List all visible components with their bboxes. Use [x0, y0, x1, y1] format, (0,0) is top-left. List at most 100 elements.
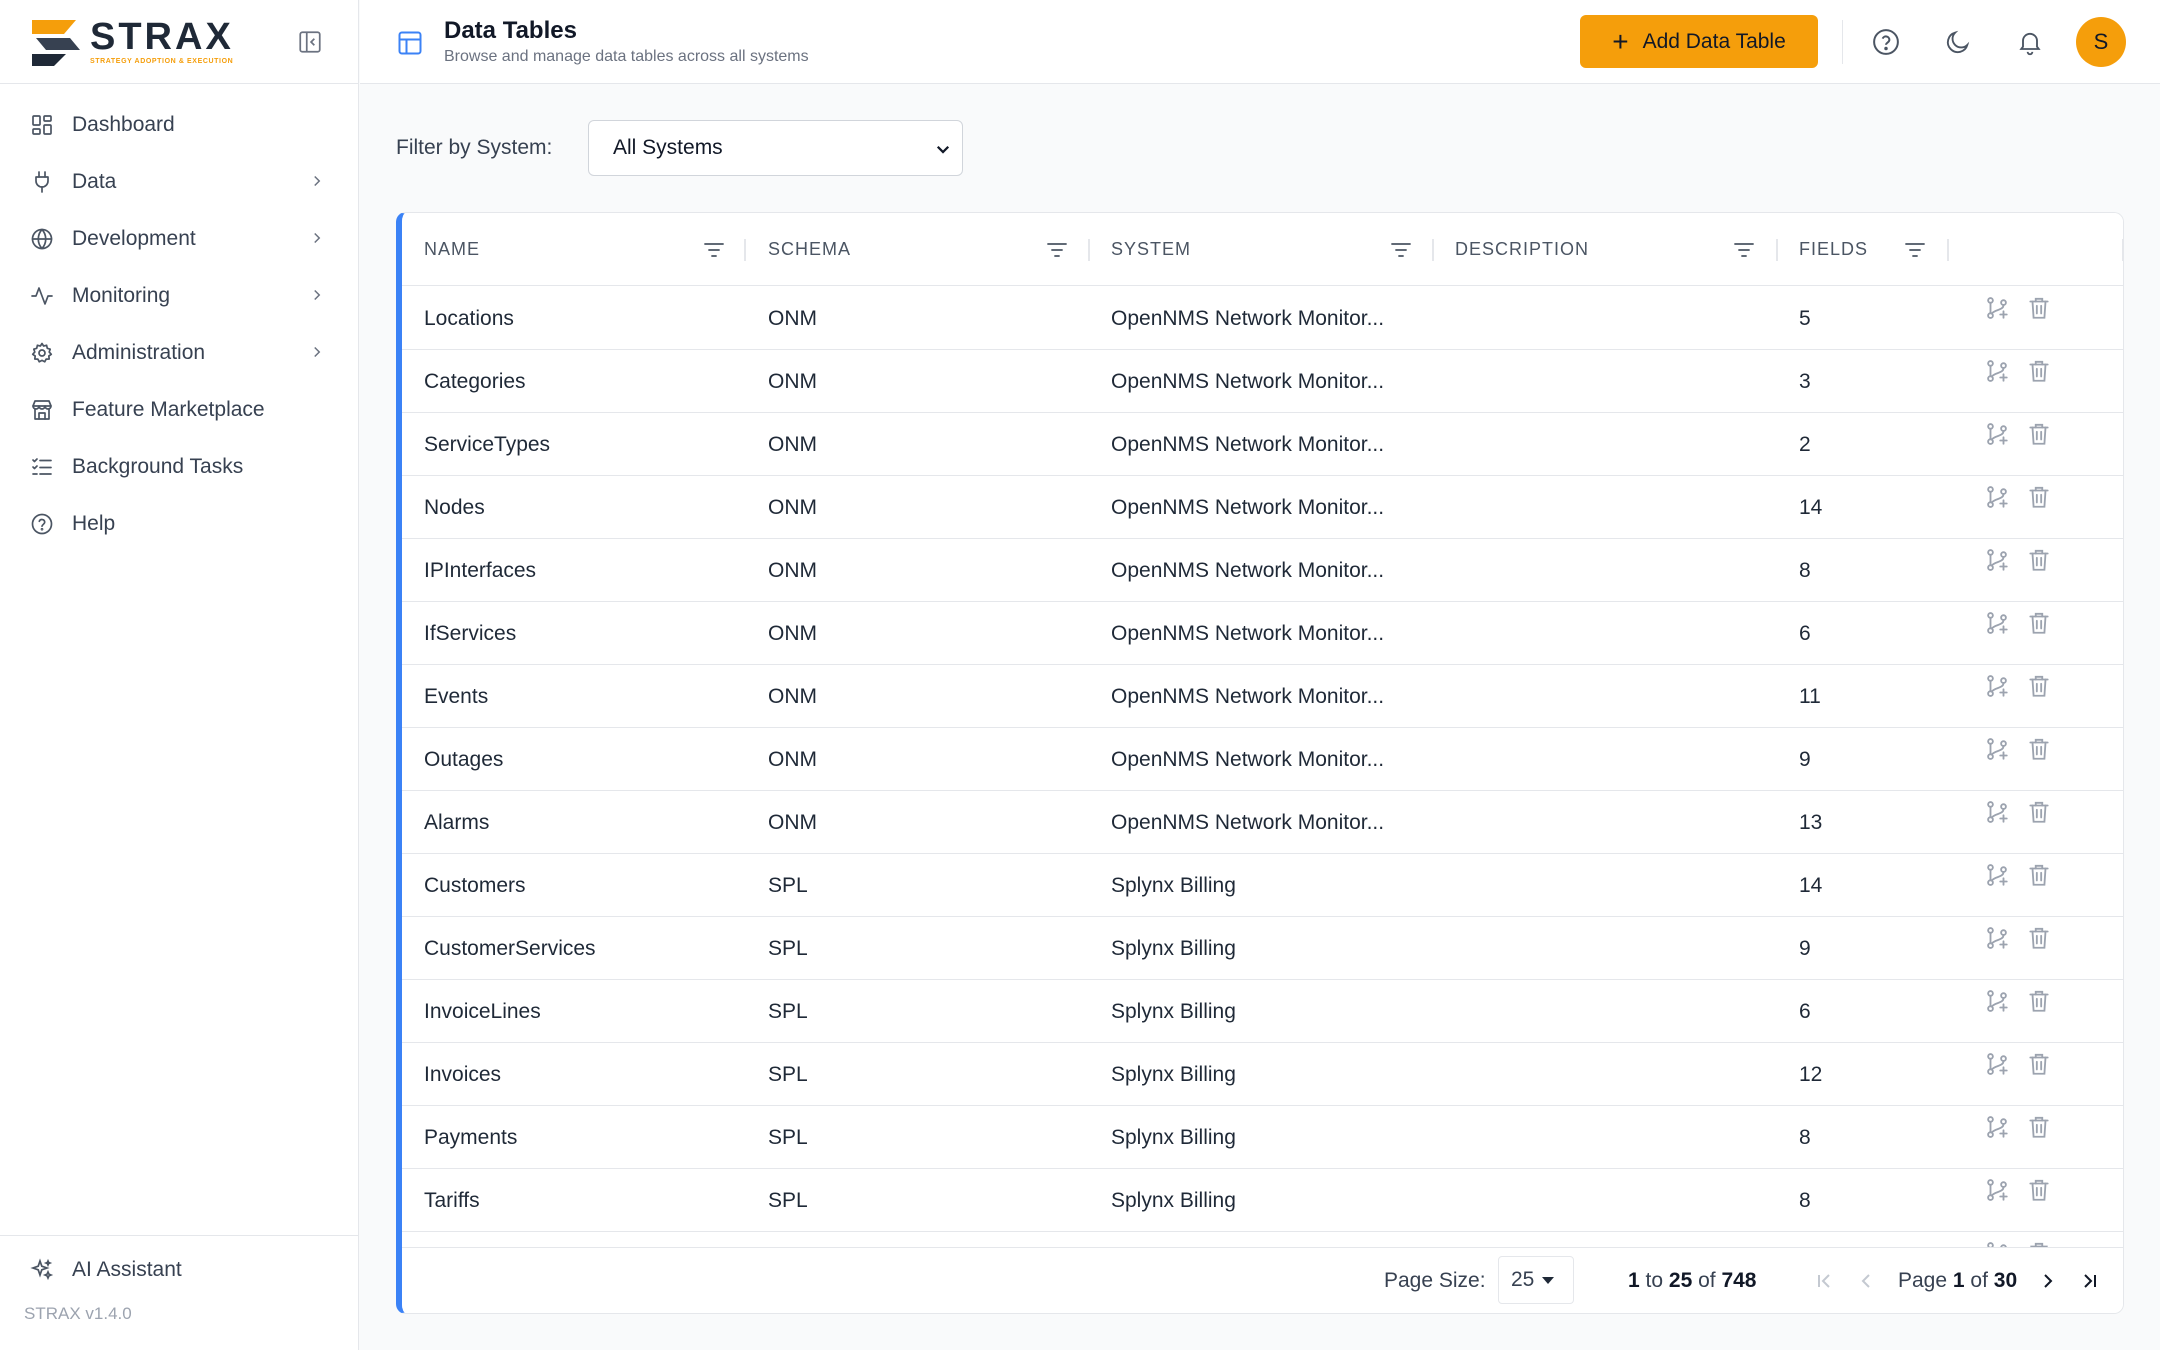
trash-icon[interactable]: [2026, 1114, 2052, 1140]
relationships-icon[interactable]: [1984, 421, 2010, 447]
cell-fields: 9: [1799, 747, 1811, 771]
brand-logo[interactable]: STRAX STRATEGY ADOPTION & EXECUTION: [30, 16, 234, 68]
table-row[interactable]: Nodes ONM OpenNMS Network Monitor... 14: [402, 476, 2123, 539]
column-resize-handle[interactable]: [1432, 239, 1434, 261]
table-row[interactable]: Tariffs SPL Splynx Billing 8: [402, 1169, 2123, 1232]
cell-system: Splynx Billing: [1111, 1188, 1236, 1212]
table-row[interactable]: IPInterfaces ONM OpenNMS Network Monitor..…: [402, 539, 2123, 602]
table-row[interactable]: Payments SPL Splynx Billing 8: [402, 1106, 2123, 1169]
trash-icon[interactable]: [2026, 862, 2052, 888]
relationships-icon[interactable]: [1984, 358, 2010, 384]
cell-schema: ONM: [768, 495, 817, 519]
table-row[interactable]: Events ONM OpenNMS Network Monitor... 11: [402, 665, 2123, 728]
table-row[interactable]: Locations ONM OpenNMS Network Monitor... 5: [402, 287, 2123, 350]
plus-icon: +: [1612, 25, 1629, 57]
header-divider: [1842, 20, 1843, 64]
table-row[interactable]: IfServices ONM OpenNMS Network Monitor... 6: [402, 602, 2123, 665]
column-resize-handle[interactable]: [1088, 239, 1090, 261]
relationships-icon[interactable]: [1984, 736, 2010, 762]
system-filter-select[interactable]: All Systems: [588, 120, 963, 176]
next-page-icon[interactable]: [2036, 1269, 2060, 1293]
column-resize-handle[interactable]: [1947, 239, 1949, 261]
column-filter-button[interactable]: [702, 213, 726, 286]
table-icon: [398, 31, 422, 55]
column-header-schema[interactable]: SCHEMA: [768, 213, 851, 286]
relationships-icon[interactable]: [1984, 1114, 2010, 1140]
filter-icon: [1047, 242, 1067, 257]
table-row[interactable]: Outages ONM OpenNMS Network Monitor... 9: [402, 728, 2123, 791]
page-of-word: of: [1970, 1269, 1988, 1292]
table-row[interactable]: InvoiceLines SPL Splynx Billing 6: [402, 980, 2123, 1043]
brand-name: STRAX: [90, 16, 234, 58]
relationships-icon[interactable]: [1984, 610, 2010, 636]
column-header-name[interactable]: NAME: [424, 213, 480, 286]
column-header-system[interactable]: SYSTEM: [1111, 213, 1191, 286]
sidebar-item-background-tasks[interactable]: Background Tasks: [0, 438, 358, 495]
relationships-icon[interactable]: [1984, 799, 2010, 825]
column-resize-handle[interactable]: [744, 239, 746, 261]
trash-icon[interactable]: [2026, 1177, 2052, 1203]
column-header-description[interactable]: DESCRIPTION: [1455, 213, 1589, 286]
trash-icon[interactable]: [2026, 988, 2052, 1014]
relationships-icon[interactable]: [1984, 1177, 2010, 1203]
cell-system: OpenNMS Network Monitor...: [1111, 747, 1385, 771]
theme-toggle-button[interactable]: [1940, 24, 1976, 60]
sidebar-item-monitoring[interactable]: Monitoring: [0, 267, 358, 324]
relationships-icon[interactable]: [1984, 547, 2010, 573]
column-resize-handle[interactable]: [2122, 239, 2123, 261]
notifications-button[interactable]: [2012, 24, 2048, 60]
cell-schema: ONM: [768, 747, 817, 771]
chevron-right-icon: [314, 175, 321, 187]
sidebar-item-feature-marketplace[interactable]: Feature Marketplace: [0, 381, 358, 438]
range-of-word: of: [1698, 1269, 1716, 1292]
sidebar-item-help[interactable]: Help: [0, 495, 358, 552]
help-button[interactable]: [1868, 24, 1904, 60]
trash-icon[interactable]: [2026, 1051, 2052, 1077]
table-row[interactable]: Alarms ONM OpenNMS Network Monitor... 13: [402, 791, 2123, 854]
sidebar-item-data[interactable]: Data: [0, 153, 358, 210]
table-row[interactable]: CustomerServices SPL Splynx Billing 9: [402, 917, 2123, 980]
sidebar-item-label: Feature Marketplace: [72, 397, 265, 421]
table-row[interactable]: ServiceTypes ONM OpenNMS Network Monitor..…: [402, 413, 2123, 476]
table-row[interactable]: Customers SPL Splynx Billing 14: [402, 854, 2123, 917]
add-data-table-button[interactable]: + Add Data Table: [1580, 15, 1818, 68]
user-avatar[interactable]: S: [2076, 17, 2126, 67]
ai-assistant-button[interactable]: AI Assistant: [0, 1236, 359, 1304]
trash-icon[interactable]: [2026, 484, 2052, 510]
column-filter-button[interactable]: [1732, 213, 1756, 286]
table-row[interactable]: Invoices SPL Splynx Billing 12: [402, 1043, 2123, 1106]
sidebar-item-administration[interactable]: Administration: [0, 324, 358, 381]
relationships-icon[interactable]: [1984, 673, 2010, 699]
relationships-icon[interactable]: [1984, 484, 2010, 510]
first-page-icon[interactable]: [1812, 1269, 1836, 1293]
help-circle-icon: [1873, 29, 1899, 55]
column-resize-handle[interactable]: [1776, 239, 1778, 261]
trash-icon[interactable]: [2026, 925, 2052, 951]
cell-schema: SPL: [768, 999, 808, 1023]
last-page-icon[interactable]: [2078, 1269, 2102, 1293]
sidebar-item-dashboard[interactable]: Dashboard: [0, 96, 358, 153]
table-row[interactable]: Categories ONM OpenNMS Network Monitor... 3: [402, 350, 2123, 413]
trash-icon[interactable]: [2026, 358, 2052, 384]
previous-page-icon[interactable]: [1854, 1269, 1878, 1293]
column-filter-button[interactable]: [1903, 213, 1927, 286]
trash-icon[interactable]: [2026, 736, 2052, 762]
trash-icon[interactable]: [2026, 547, 2052, 573]
column-header-fields[interactable]: FIELDS: [1799, 213, 1868, 286]
trash-icon[interactable]: [2026, 673, 2052, 699]
trash-icon[interactable]: [2026, 421, 2052, 447]
column-filter-button[interactable]: [1045, 213, 1069, 286]
relationships-icon[interactable]: [1984, 925, 2010, 951]
sparkles-icon: [30, 1258, 54, 1281]
relationships-icon[interactable]: [1984, 862, 2010, 888]
relationships-icon[interactable]: [1984, 988, 2010, 1014]
trash-icon[interactable]: [2026, 295, 2052, 321]
column-filter-button[interactable]: [1389, 213, 1413, 286]
relationships-icon[interactable]: [1984, 1051, 2010, 1077]
relationships-icon[interactable]: [1984, 295, 2010, 321]
collapse-sidebar-button[interactable]: [296, 28, 324, 56]
trash-icon[interactable]: [2026, 610, 2052, 636]
page-size-select[interactable]: 25: [1498, 1256, 1574, 1304]
trash-icon[interactable]: [2026, 799, 2052, 825]
sidebar-item-development[interactable]: Development: [0, 210, 358, 267]
